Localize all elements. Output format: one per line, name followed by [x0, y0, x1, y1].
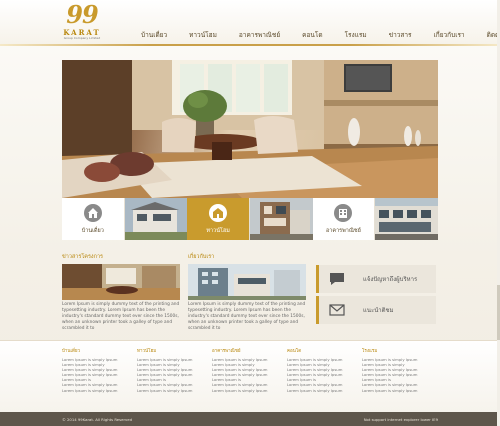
news-summary: Lorem Ipsum is simply dummy text of the …: [62, 302, 180, 331]
feedback-label: แนะนำติชม: [363, 307, 394, 314]
copyright-text: © 2014 99Karat. All Rights Reserved: [62, 417, 133, 422]
footer-bar: © 2014 99Karat. All Rights Reserved Not …: [0, 412, 500, 426]
main-nav: บ้านเดี่ยว ทาวน์โฮม อาคารพาณิชย์ คอนโด โ…: [130, 30, 500, 40]
category-label: อาคารพาณิชย์: [326, 228, 361, 234]
news-thumbnail[interactable]: [62, 264, 180, 300]
hero-banner: [62, 60, 438, 198]
footer-heading[interactable]: อาคารพาณิชย์: [212, 347, 272, 354]
browser-support-note: Not support internet explorer lower IE9: [363, 417, 438, 422]
footer-heading[interactable]: ทาวน์โฮม: [137, 347, 197, 354]
building-icon: [334, 204, 353, 222]
footer-heading[interactable]: โรงแรม: [362, 347, 422, 354]
nav-item-news[interactable]: ข่าวสาร: [378, 30, 423, 40]
report-issue-label: แจ้งปัญหาถึงผู้บริหาร: [363, 276, 418, 283]
about-title[interactable]: เกี่ยวกับเรา: [188, 253, 214, 261]
logo-tagline: Group Company Limited: [63, 36, 101, 40]
about-summary: Lorem Ipsum is simply dummy text of the …: [188, 302, 306, 331]
nav-item-about[interactable]: เกี่ยวกับเรา: [423, 30, 476, 40]
footer-links: บ้านเดี่ยว Lorem Ipsum is simply Ipsum L…: [0, 340, 500, 412]
category-townhome[interactable]: ทาวน์โฮม: [187, 198, 250, 240]
footer-link[interactable]: Lorem Ipsum is simply Ipsum: [287, 388, 347, 393]
house-icon: [83, 204, 102, 222]
feedback-button[interactable]: แนะนำติชม: [316, 296, 436, 324]
category-detached-house[interactable]: บ้านเดี่ยว: [62, 198, 125, 240]
footer-column-detached-house: บ้านเดี่ยว Lorem Ipsum is simply Ipsum L…: [62, 347, 122, 393]
footer-link[interactable]: Lorem Ipsum is simply Ipsum: [362, 388, 422, 393]
nav-item-condo[interactable]: คอนโด: [291, 30, 333, 40]
company-logo[interactable]: 99 KARAT Group Company Limited: [60, 0, 104, 40]
footer-link[interactable]: Lorem Ipsum is simply Ipsum: [362, 382, 422, 387]
footer-column-hotel: โรงแรม Lorem Ipsum is simply Ipsum Lorem…: [362, 347, 422, 393]
news-title[interactable]: ข่าวสารโครงการ: [62, 253, 103, 261]
footer-heading[interactable]: คอนโด: [287, 347, 347, 354]
header-divider: [0, 44, 500, 46]
footer-link[interactable]: Lorem Ipsum is simply Ipsum: [287, 382, 347, 387]
category-photo-house[interactable]: [124, 198, 188, 240]
footer-link[interactable]: Lorem Ipsum is simply Ipsum: [62, 382, 122, 387]
nav-item-hotel[interactable]: โรงแรม: [334, 30, 378, 40]
footer-heading[interactable]: บ้านเดี่ยว: [62, 347, 122, 354]
category-label: บ้านเดี่ยว: [81, 228, 104, 234]
footer-column-townhome: ทาวน์โฮม Lorem Ipsum is simply Ipsum Lor…: [137, 347, 197, 393]
mail-icon: [329, 304, 345, 316]
footer-column-commercial-building: อาคารพาณิชย์ Lorem Ipsum is simply Ipsum…: [212, 347, 272, 393]
about-thumbnail[interactable]: [188, 264, 306, 300]
category-photo-townhome[interactable]: [249, 198, 313, 240]
report-issue-button[interactable]: แจ้งปัญหาถึงผู้บริหาร: [316, 265, 436, 293]
nav-item-commercial-building[interactable]: อาคารพาณิชย์: [228, 30, 291, 40]
chat-bubble-icon: [330, 273, 344, 285]
footer-link[interactable]: Lorem Ipsum is simply Ipsum: [137, 388, 197, 393]
nav-item-townhome[interactable]: ทาวน์โฮม: [178, 30, 228, 40]
logo-number: 99: [66, 0, 98, 29]
nav-item-detached-house[interactable]: บ้านเดี่ยว: [130, 30, 178, 40]
category-strip: บ้านเดี่ยว ทาวน์โฮม อาคารพาณิชย์: [62, 198, 438, 240]
site-header: 99 KARAT Group Company Limited บ้านเดี่ย…: [0, 0, 500, 46]
footer-link[interactable]: Lorem Ipsum is simply Ipsum: [62, 388, 122, 393]
footer-link[interactable]: Lorem Ipsum is simply Ipsum: [212, 388, 272, 393]
footer-column-condo: คอนโด Lorem Ipsum is simply Ipsum Lorem …: [287, 347, 347, 393]
category-label: ทาวน์โฮม: [206, 228, 230, 234]
category-commercial-building[interactable]: อาคารพาณิชย์: [312, 198, 376, 240]
category-photo-commercial[interactable]: [375, 198, 438, 240]
footer-link[interactable]: Lorem Ipsum is simply Ipsum: [137, 382, 197, 387]
hero-interior-photo: [62, 60, 438, 198]
footer-link[interactable]: Lorem Ipsum is simply Ipsum: [212, 382, 272, 387]
townhome-icon: [209, 204, 228, 222]
